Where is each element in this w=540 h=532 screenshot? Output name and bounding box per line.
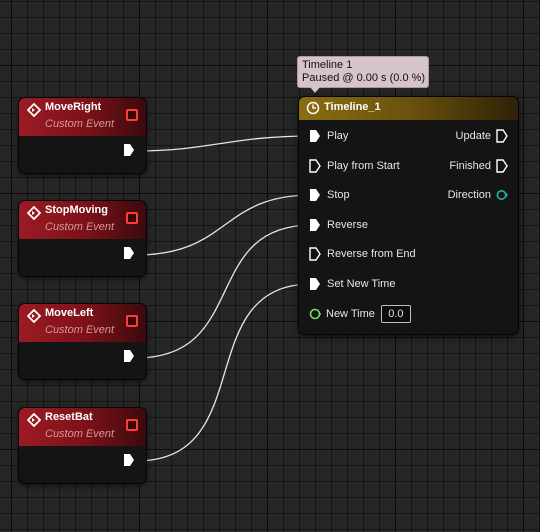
wire-stopmoving-stop <box>135 194 313 256</box>
delegate-pin-icon[interactable] <box>126 109 138 121</box>
event-diamond-icon <box>27 309 41 323</box>
custom-event-node-moveleft[interactable]: MoveLeft Custom Event <box>19 304 146 379</box>
pin-label: Finished <box>449 160 491 172</box>
event-header: MoveLeft Custom Event <box>19 304 146 342</box>
tooltip-title: Timeline 1 <box>302 59 353 71</box>
delegate-pin-icon[interactable] <box>126 212 138 224</box>
timeline-header: Timeline_1 <box>299 97 518 120</box>
exec-in-pin-icon[interactable] <box>309 188 321 202</box>
pin-label: Stop <box>327 189 350 201</box>
pin-label: Update <box>455 130 491 142</box>
event-header: StopMoving Custom Event <box>19 201 146 239</box>
pin-label: Reverse <box>327 219 368 231</box>
timeline-node[interactable]: Timeline_1 Play Play from Start Stop Rev… <box>299 97 518 334</box>
exec-out-pin-icon[interactable] <box>123 143 135 157</box>
event-title: MoveLeft <box>45 307 94 319</box>
exec-out-pin-icon[interactable] <box>123 349 135 363</box>
exec-out-pin-icon[interactable] <box>496 159 508 173</box>
pin-label: New Time <box>326 308 375 320</box>
exec-in-pin-icon[interactable] <box>309 218 321 232</box>
tooltip-arrow <box>310 87 320 93</box>
event-title: ResetBat <box>45 411 93 423</box>
pin-label: Play <box>327 130 349 142</box>
pin-label: Play from Start <box>327 160 400 172</box>
pin-set-new-time[interactable]: Set New Time <box>309 276 395 292</box>
pin-play-from-start[interactable]: Play from Start <box>309 158 400 174</box>
event-header: MoveRight Custom Event <box>19 98 146 136</box>
float-data-pin-icon[interactable] <box>309 308 321 320</box>
pin-stop[interactable]: Stop <box>309 187 350 203</box>
pin-label: Direction <box>447 189 491 201</box>
exec-out-pin-icon[interactable] <box>496 129 508 143</box>
exec-in-pin-icon[interactable] <box>309 277 321 291</box>
wire-moveleft-reverse <box>135 224 313 359</box>
delegate-pin-icon[interactable] <box>126 315 138 327</box>
exec-in-pin-icon[interactable] <box>309 247 321 261</box>
exec-in-pin-icon[interactable] <box>309 159 321 173</box>
pin-reverse-from-end[interactable]: Reverse from End <box>309 246 416 262</box>
enum-data-pin-icon[interactable] <box>496 189 508 201</box>
pin-reverse[interactable]: Reverse <box>309 217 368 233</box>
delegate-pin-icon[interactable] <box>126 419 138 431</box>
exec-in-pin-icon[interactable] <box>309 129 321 143</box>
event-subtitle: Custom Event <box>45 118 115 130</box>
exec-out-pin-icon[interactable] <box>123 453 135 467</box>
pin-play[interactable]: Play <box>309 128 348 144</box>
exec-out-pin-icon[interactable] <box>123 246 135 260</box>
pin-direction[interactable]: Direction <box>448 187 508 203</box>
custom-event-node-resetbat[interactable]: ResetBat Custom Event <box>19 408 146 483</box>
pin-label: Reverse from End <box>327 248 416 260</box>
pin-label: Set New Time <box>327 278 396 290</box>
custom-event-node-moveright[interactable]: MoveRight Custom Event <box>19 98 146 173</box>
new-time-input[interactable]: 0.0 <box>380 305 411 323</box>
timeline-title: Timeline_1 <box>324 101 381 113</box>
event-subtitle: Custom Event <box>45 428 115 440</box>
pin-finished[interactable]: Finished <box>449 158 508 174</box>
event-subtitle: Custom Event <box>45 221 115 233</box>
timeline-status-tooltip: Timeline 1 Paused @ 0.00 s (0.0 %) <box>297 56 429 93</box>
event-header: ResetBat Custom Event <box>19 408 146 446</box>
pin-new-time[interactable]: New Time 0.0 <box>309 305 411 323</box>
event-title: StopMoving <box>45 204 108 216</box>
event-diamond-icon <box>27 206 41 220</box>
custom-event-node-stopmoving[interactable]: StopMoving Custom Event <box>19 201 146 276</box>
clock-icon <box>306 101 320 115</box>
event-title: MoveRight <box>45 101 102 113</box>
event-subtitle: Custom Event <box>45 324 115 336</box>
pin-update[interactable]: Update <box>456 128 508 144</box>
tooltip-status: Paused @ 0.00 s (0.0 %) <box>302 72 426 84</box>
wire-resetbat-setnewtime <box>135 283 313 462</box>
wire-moveright-play <box>135 135 313 152</box>
event-diamond-icon <box>27 103 41 117</box>
event-diamond-icon <box>27 413 41 427</box>
